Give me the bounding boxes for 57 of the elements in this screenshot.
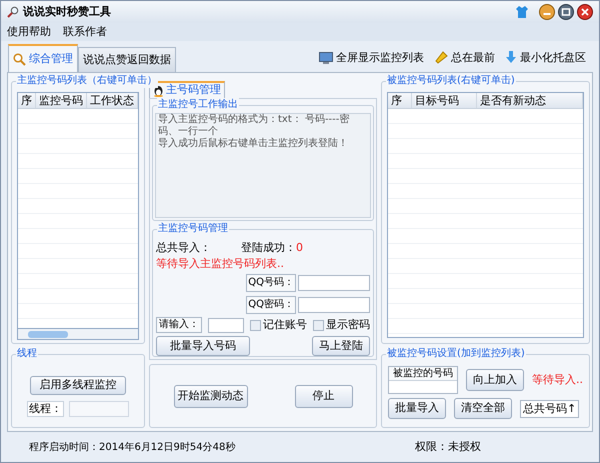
batch-import-button[interactable]: 批量导入: [388, 398, 446, 419]
pin-icon: [434, 51, 448, 64]
column-header[interactable]: 工作状态: [87, 93, 138, 108]
tab[interactable]: 综合管理: [8, 44, 78, 72]
magnifier-icon: [7, 6, 19, 18]
window-title: 说说实时秒赞工具: [23, 4, 111, 20]
qq-password-label: QQ密码：: [246, 296, 296, 314]
checkbox[interactable]: [313, 320, 324, 330]
qq-password-field[interactable]: [298, 297, 370, 313]
total-label: 总共导入：: [156, 240, 211, 256]
start-monitor-button[interactable]: 开始监测动态: [174, 384, 248, 408]
monitor-icon: [319, 52, 333, 64]
stop-button[interactable]: 停止: [294, 384, 352, 408]
enable-multithread-button[interactable]: 启用多线程监控: [30, 376, 126, 394]
thread-label: 线程：: [27, 400, 64, 416]
add-up-button[interactable]: 向上加入: [466, 369, 524, 391]
search-icon: [13, 52, 26, 66]
input-label: 请输入：: [156, 317, 202, 333]
total-numbers-label: 总共号码↑: [520, 400, 580, 418]
minimize-icon[interactable]: [539, 4, 555, 20]
login-button[interactable]: 马上登陆: [312, 336, 370, 356]
toolbar-button[interactable]: 最小化托盘区: [520, 50, 586, 66]
log-line: 导入主监控号码的格式为：txt： 号码----密码、一行一个: [158, 114, 350, 138]
thread-field[interactable]: [69, 400, 129, 416]
checkbox-label: 显示密码: [326, 316, 370, 333]
start-time-text: 程序启动时间：2014年6月12日9时54分48秒: [29, 440, 236, 454]
tab[interactable]: 主号码管理: [149, 81, 225, 98]
status-text: 等待导入主监控号码列表..: [156, 256, 285, 272]
checkbox[interactable]: [250, 320, 261, 330]
toolbar-button[interactable]: 总在最前: [451, 50, 495, 66]
column-header[interactable]: 序: [388, 93, 412, 108]
toolbar-button[interactable]: 全屏显示监控列表: [336, 50, 424, 66]
monitored-number-field[interactable]: 被监控的号码: [388, 366, 458, 394]
close-icon[interactable]: [577, 4, 593, 20]
menu-item[interactable]: 使用帮助: [7, 24, 51, 40]
column-header[interactable]: 序: [18, 93, 36, 108]
checkbox-label: 记住账号: [263, 316, 307, 333]
clear-all-button[interactable]: 清空全部: [454, 398, 512, 419]
success-count: 0: [296, 240, 303, 256]
maximize-icon[interactable]: [558, 4, 574, 20]
qq-number-label: QQ号码：: [246, 274, 296, 292]
horizontal-scrollbar[interactable]: [17, 329, 139, 340]
down-arrow-icon: [505, 51, 517, 64]
column-header[interactable]: 目标号码: [412, 93, 477, 108]
group-title: 主监控号码列表（右键可单击）: [16, 74, 158, 88]
status-text: 等待导入..: [532, 372, 583, 388]
column-header[interactable]: 是否有新动态: [477, 93, 583, 108]
permission-text: 权限：未授权: [415, 438, 481, 455]
column-header[interactable]: 监控号码: [36, 93, 87, 108]
input-field[interactable]: [208, 318, 244, 332]
success-label: 登陆成功：: [241, 240, 296, 256]
qq-number-field[interactable]: [298, 275, 370, 291]
log-line: 导入成功后鼠标右键单击主监控列表登陆！: [158, 138, 349, 150]
shirt-icon[interactable]: [515, 5, 529, 19]
batch-import-button[interactable]: 批量导入号码: [156, 336, 250, 356]
menu-item[interactable]: 联系作者: [63, 24, 107, 40]
tab[interactable]: 说说点赞返回数据: [78, 47, 176, 72]
